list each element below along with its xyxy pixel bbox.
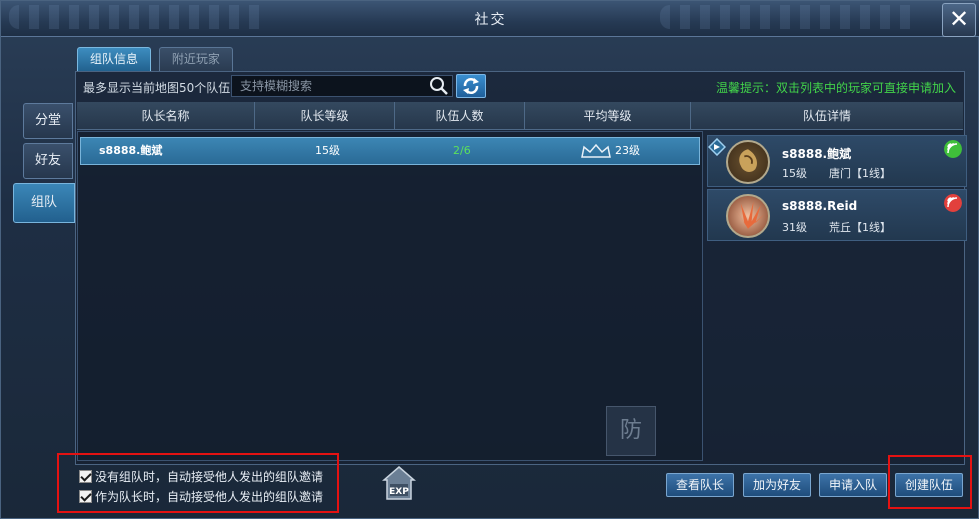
top-tabs: 组队信息 附近玩家 xyxy=(77,47,237,71)
crown-icon xyxy=(581,144,611,158)
search-icon[interactable] xyxy=(429,76,449,96)
background-seal: 防 xyxy=(606,406,656,456)
apply-join-button[interactable]: 申请入队 xyxy=(819,473,887,497)
tab-nearby-players[interactable]: 附近玩家 xyxy=(158,47,233,71)
signal-red-icon xyxy=(944,194,962,212)
column-leader-name[interactable]: 队长名称 xyxy=(77,102,255,130)
table-row[interactable]: s8888.鲍斌 15级 2/6 23级 xyxy=(80,137,700,165)
title-bar: 社交 xyxy=(1,1,979,37)
row-leader-level: 15级 xyxy=(315,144,340,157)
member-level: 31级 xyxy=(782,221,807,234)
team-list: s8888.鲍斌 15级 2/6 23级 防 xyxy=(77,131,703,461)
side-tab-team[interactable]: 组队 xyxy=(13,183,75,223)
row-team-size: 2/6 xyxy=(453,144,471,157)
member-card[interactable]: s8888.鲍斌 15级 唐门【1线】 xyxy=(707,135,967,187)
column-avg-level[interactable]: 平均等级 xyxy=(525,102,691,130)
social-window: 社交 ✕ 组队信息 附近玩家 分堂 好友 组队 最多显示当前地图50个队伍 支持… xyxy=(0,0,979,519)
window-title: 社交 xyxy=(474,12,507,28)
column-leader-level[interactable]: 队长等级 xyxy=(255,102,395,130)
add-friend-button[interactable]: 加为好友 xyxy=(743,473,811,497)
row-leader-name: s8888.鲍斌 xyxy=(99,144,163,157)
member-name: s8888.鲍斌 xyxy=(782,147,852,161)
signal-green-icon xyxy=(944,140,962,158)
avatar xyxy=(726,140,770,184)
refresh-button[interactable] xyxy=(456,74,486,98)
team-details-panel: s8888.鲍斌 15级 唐门【1线】 s8888.Reid 31级 荒丘【1线】 xyxy=(705,132,967,462)
exp-label: EXP xyxy=(389,487,409,497)
member-meta: 31级 荒丘【1线】 xyxy=(782,219,891,235)
view-leader-button[interactable]: 查看队长 xyxy=(666,473,734,497)
member-meta: 15级 唐门【1线】 xyxy=(782,165,891,181)
column-team-size[interactable]: 队伍人数 xyxy=(395,102,525,130)
member-location: 荒丘【1线】 xyxy=(829,221,891,234)
highlight-frame-create xyxy=(888,455,972,509)
tab-team-info[interactable]: 组队信息 xyxy=(77,47,152,71)
leader-flag-icon xyxy=(708,138,726,156)
tip-text: 温馨提示：双击列表中的玩家可直接申请加入 xyxy=(715,81,956,95)
member-level: 15级 xyxy=(782,167,807,180)
member-name: s8888.Reid xyxy=(782,199,858,213)
avatar xyxy=(726,194,770,238)
member-card[interactable]: s8888.Reid 31级 荒丘【1线】 xyxy=(707,189,967,241)
exp-bonus-icon[interactable]: EXP xyxy=(381,465,417,501)
column-team-details: 队伍详情 xyxy=(802,109,851,123)
member-location: 唐门【1线】 xyxy=(829,167,891,180)
close-icon: ✕ xyxy=(948,5,970,33)
highlight-frame-options xyxy=(57,453,339,513)
team-limit-info: 最多显示当前地图50个队伍 xyxy=(83,81,231,95)
table-header: 队长名称 队长等级 队伍人数 平均等级 队伍详情 xyxy=(77,102,963,130)
side-tab-branch[interactable]: 分堂 xyxy=(23,103,73,139)
row-avg-level: 23级 xyxy=(615,144,640,157)
close-button[interactable]: ✕ xyxy=(942,3,976,37)
side-tabs: 分堂 好友 组队 xyxy=(13,103,75,227)
side-tab-friends[interactable]: 好友 xyxy=(23,143,73,179)
search-input[interactable]: 支持模糊搜索 xyxy=(231,75,453,97)
refresh-icon xyxy=(463,78,479,94)
